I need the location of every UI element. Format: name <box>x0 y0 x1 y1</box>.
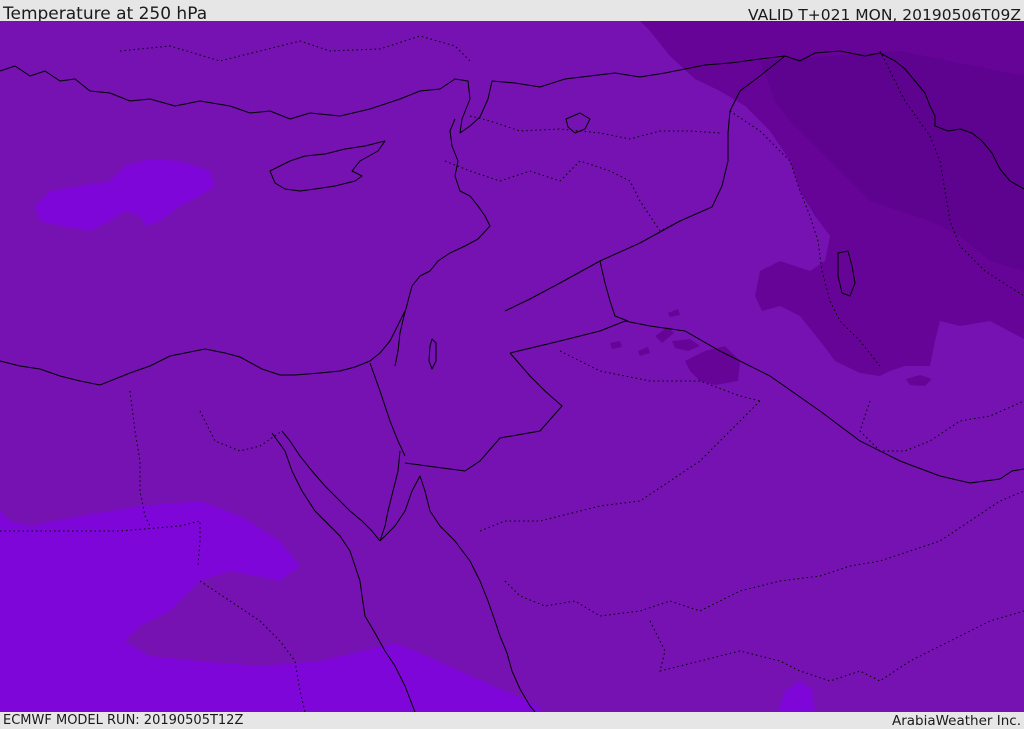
credit-text: ArabiaWeather Inc. <box>891 713 1021 729</box>
map-canvas <box>0 21 1024 712</box>
footer-bar: ECMWF MODEL RUN: 20190505T12Z ArabiaWeat… <box>0 712 1024 729</box>
temperature-map[interactable] <box>0 21 1024 712</box>
header-bar: Temperature at 250 hPa VALID T+021 MON, … <box>0 0 1024 24</box>
model-run: ECMWF MODEL RUN: 20190505T12Z <box>3 713 244 728</box>
